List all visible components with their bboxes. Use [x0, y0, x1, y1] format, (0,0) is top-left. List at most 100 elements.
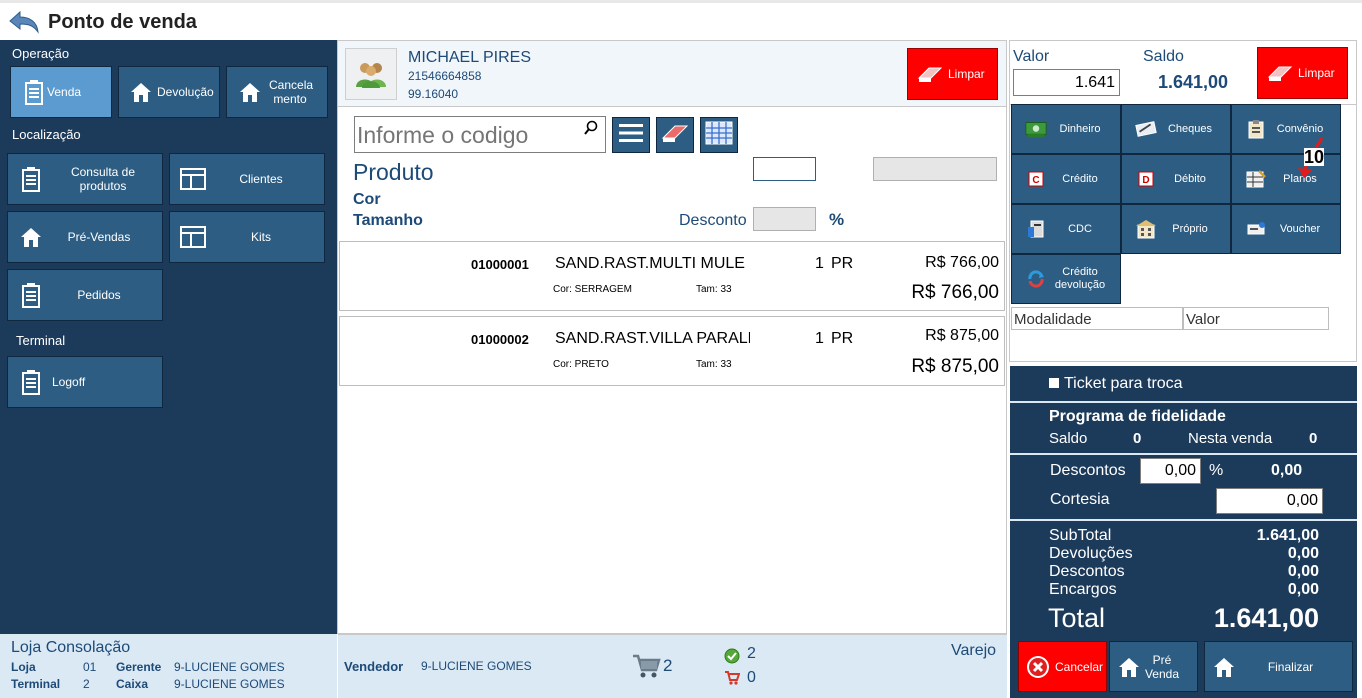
descontos-input[interactable]	[1140, 458, 1201, 484]
search-input[interactable]	[357, 121, 577, 149]
divider	[1010, 401, 1357, 403]
credit-c-icon: C	[1024, 167, 1048, 191]
cancel-button[interactable]: Cancelar	[1018, 641, 1107, 692]
cancela-mento-button[interactable]: Cancela mento	[226, 66, 328, 118]
customer-clear-label: Limpar	[948, 67, 985, 81]
logoff-button[interactable]: Logoff	[7, 356, 163, 408]
consulta-produtos-button[interactable]: Consulta de produtos	[7, 153, 163, 205]
item-description: SAND.RAST.VILLA PARALE	[555, 330, 750, 347]
grid-button[interactable]	[700, 117, 738, 153]
pre-venda-button[interactable]: Pré Venda	[1109, 641, 1198, 692]
tamanho-label: Tamanho	[353, 212, 423, 229]
saldo-label: Saldo	[1143, 48, 1184, 65]
customer-code: 99.16040	[408, 87, 459, 101]
hamburger-icon	[619, 123, 643, 148]
proprio-button[interactable]: Próprio	[1121, 204, 1231, 254]
pedidos-button[interactable]: Pedidos	[7, 269, 163, 321]
search-box[interactable]	[354, 116, 606, 153]
voucher-button[interactable]: Voucher	[1231, 204, 1341, 254]
customer-clear-button[interactable]: Limpar	[907, 48, 998, 100]
proprio-label: Próprio	[1172, 222, 1208, 235]
customer-avatar-icon[interactable]	[345, 48, 397, 100]
cdc-label: CDC	[1068, 222, 1092, 235]
cheque-icon	[1134, 117, 1158, 141]
price-field	[873, 157, 997, 181]
item-quantity: 1	[815, 330, 824, 347]
item-description: SAND.RAST.MULTI MULE C	[555, 255, 750, 272]
terminal-value: 2	[83, 677, 90, 691]
credito-devolucao-button[interactable]: Crédito devolução	[1011, 254, 1121, 304]
section-terminal: Terminal	[16, 333, 66, 348]
cart-red-icon	[724, 670, 741, 686]
credito-button[interactable]: C Crédito	[1011, 154, 1121, 204]
customer-name: MICHAEL PIRES	[408, 49, 531, 66]
pre-vendas-label: Pré-Vendas	[67, 230, 131, 244]
venda-button[interactable]: Venda	[10, 66, 112, 118]
devolucoes-label: Devoluções	[1049, 545, 1133, 562]
item-total: R$ 766,00	[911, 282, 999, 303]
encargos-value: 0,00	[1287, 581, 1319, 598]
item-unit-price: R$ 875,00	[925, 327, 999, 344]
battery-icon	[18, 369, 44, 395]
cheques-label: Cheques	[1167, 122, 1213, 135]
pre-vendas-button[interactable]: Pré-Vendas	[7, 211, 163, 263]
quantity-input[interactable]	[753, 157, 816, 181]
dinheiro-label: Dinheiro	[1059, 122, 1101, 135]
vendedor-value: 9-LUCIENE GOMES	[421, 659, 532, 673]
ticket-checkbox[interactable]	[1049, 378, 1059, 388]
valor-label: Valor	[1013, 48, 1050, 65]
pre-venda-label: Pré Venda	[1144, 652, 1180, 681]
customer-phone: 21546664858	[408, 69, 482, 83]
cancel-x-icon	[1025, 654, 1051, 680]
devolucao-button[interactable]: Devolução	[118, 66, 220, 118]
home-icon	[129, 79, 153, 105]
divider	[1010, 519, 1357, 521]
eraser-button[interactable]	[656, 117, 694, 153]
search-icon[interactable]	[583, 120, 599, 136]
consulta-produtos-label: Consulta de produtos	[70, 165, 136, 193]
caixa-label: Caixa	[116, 677, 149, 691]
devolucoes-value: 0,00	[1287, 545, 1319, 562]
item-code: 01000001	[471, 257, 529, 272]
payment-clear-button[interactable]: Limpar	[1257, 47, 1348, 99]
total-label: Total	[1048, 603, 1106, 633]
list-item[interactable]: 01000002 SAND.RAST.VILLA PARALE 1 PR R$ …	[339, 316, 1005, 386]
cheques-button[interactable]: Cheques	[1121, 104, 1231, 154]
item-cor: Cor: SERRAGEM	[553, 284, 632, 295]
finalizar-button[interactable]: Finalizar	[1204, 641, 1353, 692]
valor-input[interactable]	[1013, 69, 1120, 96]
descontos2-label: Descontos	[1049, 563, 1125, 580]
eraser-icon	[916, 64, 944, 84]
dinheiro-button[interactable]: Dinheiro	[1011, 104, 1121, 154]
menu-button[interactable]	[612, 117, 650, 153]
venda-label: Venda	[47, 85, 82, 99]
nesta-venda-label: Nesta venda	[1188, 430, 1273, 447]
cdc-button[interactable]: CDC	[1011, 204, 1121, 254]
logoff-label: Logoff	[52, 375, 86, 389]
back-arrow-icon[interactable]	[6, 9, 40, 35]
desconto-field[interactable]	[753, 207, 816, 231]
debito-button[interactable]: D Débito	[1121, 154, 1231, 204]
credito-devolucao-label: Crédito devolução	[1054, 266, 1106, 291]
plan-table-icon	[1244, 167, 1268, 191]
item-quantity: 1	[815, 255, 824, 272]
check-icon	[724, 648, 740, 664]
voucher-label: Voucher	[1279, 222, 1321, 235]
cart-count: 2	[663, 656, 673, 675]
home-icon	[18, 224, 44, 250]
gerente-value: 9-LUCIENE GOMES	[174, 660, 285, 674]
modalidade-header-label: Modalidade	[1014, 311, 1092, 328]
battery-icon	[18, 166, 44, 192]
list-item[interactable]: 01000001 SAND.RAST.MULTI MULE C 1 PR R$ …	[339, 241, 1005, 311]
home-icon	[1116, 654, 1142, 680]
fidelidade-title: Programa de fidelidade	[1049, 408, 1226, 425]
layout-icon	[180, 166, 206, 192]
item-cor: Cor: PRETO	[553, 359, 609, 370]
clipboard-icon	[1244, 117, 1268, 141]
item-total: R$ 875,00	[911, 356, 999, 377]
kits-button[interactable]: Kits	[169, 211, 325, 263]
clientes-button[interactable]: Clientes	[169, 153, 325, 205]
cortesia-input[interactable]	[1216, 488, 1323, 514]
subtotal-label: SubTotal	[1049, 527, 1112, 544]
terminal-label: Terminal	[11, 677, 61, 691]
